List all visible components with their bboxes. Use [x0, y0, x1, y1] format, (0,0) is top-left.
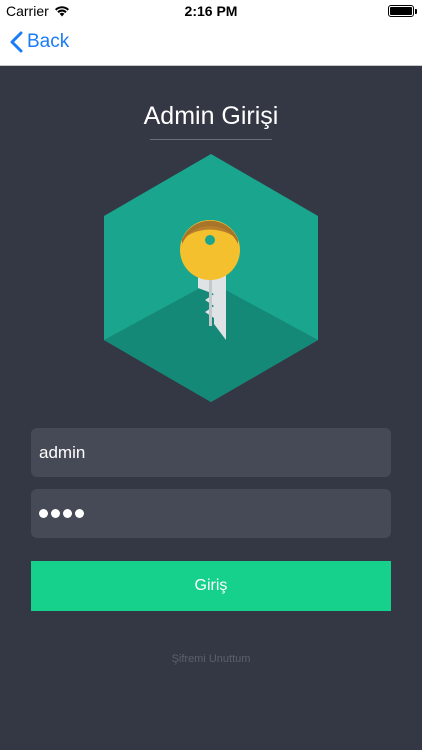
- status-bar: Carrier 2:16 PM: [0, 0, 422, 22]
- battery-icon: [388, 5, 417, 17]
- username-field[interactable]: admin: [31, 428, 391, 477]
- title-divider: [150, 139, 272, 140]
- password-field[interactable]: [31, 489, 391, 538]
- key-hexagon-icon: [104, 154, 318, 402]
- login-button[interactable]: Giriş: [31, 561, 391, 611]
- username-value: admin: [39, 442, 86, 462]
- back-label: Back: [27, 31, 70, 52]
- back-button[interactable]: Back: [10, 31, 69, 53]
- password-mask: [39, 509, 84, 518]
- page-title: Admin Girişi: [143, 102, 279, 130]
- chevron-left-icon: [10, 31, 23, 53]
- navigation-bar: Back: [0, 22, 422, 66]
- forgot-password-link[interactable]: Şifremi Unuttum: [0, 653, 422, 665]
- status-time: 2:16 PM: [184, 3, 238, 19]
